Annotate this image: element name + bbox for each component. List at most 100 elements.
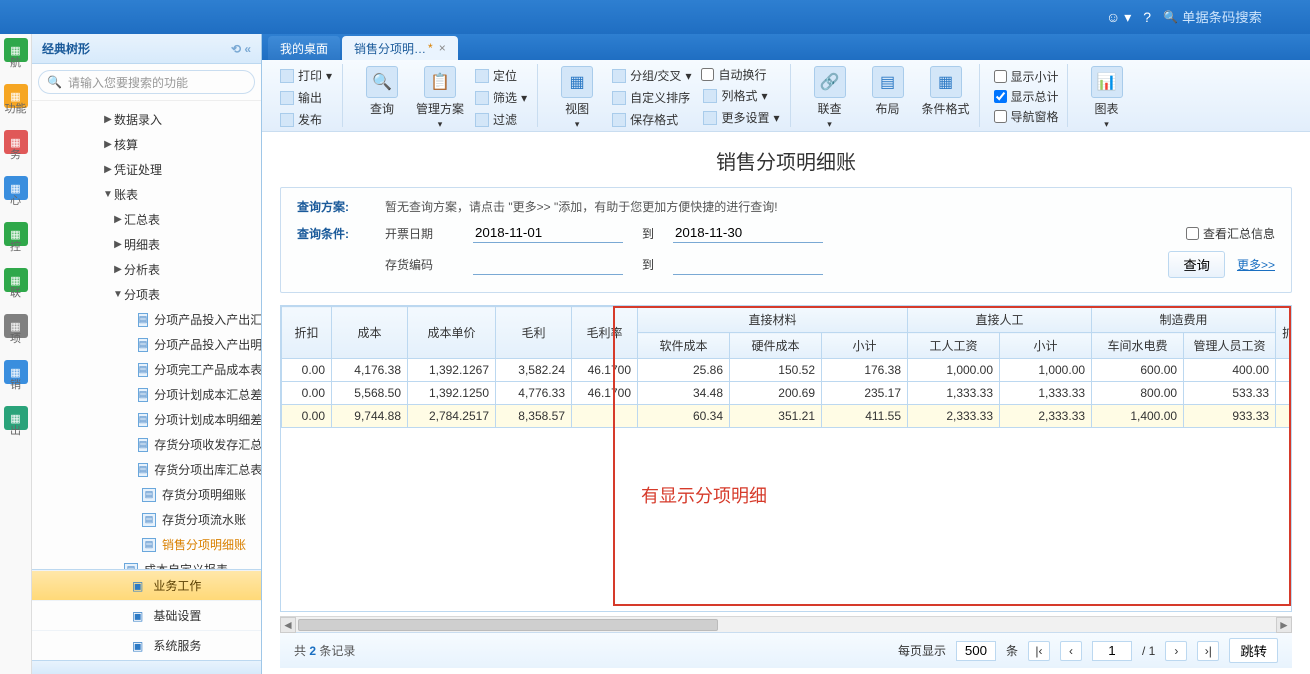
layout-button[interactable]: ▤布局 (863, 64, 913, 117)
locate-button[interactable]: 定位 (473, 66, 529, 85)
rail-item[interactable]: ▦出 (4, 406, 28, 438)
tree-item[interactable]: ▼账表 (32, 182, 261, 207)
autowrap-check[interactable]: 自动换行 (701, 66, 781, 83)
rail-item[interactable]: ▦航 (4, 38, 28, 70)
horizontal-scrollbar[interactable]: ◄ ► (280, 616, 1292, 632)
sort-icon (612, 91, 626, 105)
sidebar-footer-item[interactable]: ▣业务工作 (32, 570, 261, 600)
sidebar-footer-item[interactable]: ▣系统服务 (32, 630, 261, 660)
query-plan-hint: 暂无查询方案，请点击 "更多>> "添加，有助于您更加方便快捷的进行查询! (385, 198, 778, 215)
chart-button[interactable]: 📊图表▾ (1082, 64, 1132, 130)
tab-sales-detail[interactable]: 销售分项明… * × (342, 36, 458, 60)
tree-item[interactable]: ▶分析表 (32, 257, 261, 282)
tree-item[interactable]: ▶核算 (32, 132, 261, 157)
saveformat-button[interactable]: 保存格式 (610, 110, 693, 129)
tab-desktop[interactable]: 我的桌面 (268, 36, 340, 60)
view-summary-check[interactable]: 查看汇总信息 (1186, 225, 1275, 242)
date-to-input[interactable] (673, 223, 823, 243)
rail-item[interactable]: ▦项 (4, 314, 28, 346)
doc-icon: ▤ (138, 313, 149, 327)
moresettings-button[interactable]: 更多设置 ▾ (701, 108, 781, 127)
date-from-input[interactable] (473, 223, 623, 243)
jump-button[interactable]: 跳转 (1229, 638, 1278, 663)
close-icon[interactable]: × (439, 41, 446, 55)
smile-icon[interactable]: ☺ ▾ (1106, 9, 1131, 26)
prev-page-button[interactable]: ‹ (1060, 641, 1082, 661)
condformat-button[interactable]: ▦条件格式 (921, 64, 971, 117)
customsort-button[interactable]: 自定义排序 (610, 88, 693, 107)
tree-item[interactable]: ▶▤分项产品投入产出明 (32, 332, 261, 357)
table-row[interactable]: 0.004,176.381,392.12673,582.2446.170025.… (282, 359, 1293, 382)
link-query-button[interactable]: 🔗联查▾ (805, 64, 855, 130)
last-page-button[interactable]: ›| (1197, 641, 1219, 661)
rail-item[interactable]: ▦销 (4, 360, 28, 392)
query-button[interactable]: 🔍查询 (357, 64, 407, 117)
doc-icon: ▤ (142, 538, 156, 552)
show-total-check[interactable]: 显示总计 (994, 88, 1059, 105)
more-link[interactable]: 更多>> (1237, 256, 1275, 273)
print-button[interactable]: 打印 ▾ (278, 66, 334, 85)
header-row-1: 折扣 成本 成本单价 毛利 毛利率 直接材料 直接人工 制造费用 扩 (282, 307, 1293, 333)
sidebar-collapse-icon[interactable]: ⟲ « (231, 42, 251, 56)
tree-item[interactable]: ▶▤分项产品投入产出汇 (32, 307, 261, 332)
colformat-button[interactable]: 列格式 ▾ (701, 86, 781, 105)
rail-item[interactable]: ▦务 (4, 130, 28, 162)
tree-item[interactable]: ▶▤存货分项收发存汇总 (32, 432, 261, 457)
rail-item[interactable]: ▦控 (4, 222, 28, 254)
main: 我的桌面 销售分项明… * × 打印 ▾ 输出 发布 🔍查询 📋管理方案▾ 定位… (262, 34, 1310, 674)
tree-item[interactable]: ▶汇总表 (32, 207, 261, 232)
query-cond-label: 查询条件: (297, 225, 367, 242)
manage-plan-button[interactable]: 📋管理方案▾ (415, 64, 465, 130)
scroll-left-arrow[interactable]: ◄ (280, 617, 296, 633)
view-button[interactable]: ▦视图▾ (552, 64, 602, 130)
tree-item[interactable]: ▼分项表 (32, 282, 261, 307)
tabs-row: 我的桌面 销售分项明… * × (262, 34, 1310, 60)
next-page-button[interactable]: › (1165, 641, 1187, 661)
tree-item[interactable]: ▶▤分项完工产品成本表 (32, 357, 261, 382)
table-row[interactable]: 0.009,744.882,784.25178,358.5760.34351.2… (282, 405, 1293, 428)
barcode-search[interactable]: 🔍 (1163, 10, 1302, 25)
tree-item[interactable]: ▶▤分项计划成本明细差 (32, 407, 261, 432)
tree-item[interactable]: ▶明细表 (32, 232, 261, 257)
nav-pane-check[interactable]: 导航窗格 (994, 108, 1059, 125)
sieve-button[interactable]: 过滤 (473, 110, 529, 129)
tree-item[interactable]: ▶▤销售分项明细账 (32, 532, 261, 557)
view-icon: ▦ (561, 66, 593, 98)
page-input[interactable] (1092, 641, 1132, 661)
stock-from-input[interactable] (473, 255, 623, 275)
publish-button[interactable]: 发布 (278, 110, 334, 129)
stock-to-input[interactable] (673, 255, 823, 275)
doc-icon: ▤ (138, 438, 149, 452)
tree-item[interactable]: ▶▤存货分项明细账 (32, 482, 261, 507)
per-page-input[interactable] (956, 641, 996, 661)
sidebar-footer-item[interactable]: ▣基础设置 (32, 600, 261, 630)
tree-item-label: 分项产品投入产出明 (154, 336, 261, 353)
scroll-thumb[interactable] (298, 619, 718, 631)
tree-item[interactable]: ▶▤成本自定义报表 (32, 557, 261, 569)
filter-button[interactable]: 筛选 ▾ (473, 88, 529, 107)
sidebar-search: 🔍 请输入您要搜索的功能 (32, 64, 261, 101)
query-button[interactable]: 查询 (1168, 251, 1225, 278)
first-page-button[interactable]: |‹ (1028, 641, 1050, 661)
rail-item[interactable]: ▦联 (4, 268, 28, 300)
sidebar-search-input[interactable]: 🔍 请输入您要搜索的功能 (38, 70, 255, 94)
rail-item[interactable]: ▦功能 (4, 84, 28, 116)
ribbon-group-output: 打印 ▾ 输出 发布 (270, 64, 343, 127)
grid-footer: 共 2 条记录 每页显示 条 |‹ ‹ / 1 › ›| 跳转 (280, 632, 1292, 668)
tree-item[interactable]: ▶▤存货分项流水账 (32, 507, 261, 532)
tree-item-label: 分项表 (124, 286, 160, 303)
export-button[interactable]: 输出 (278, 88, 334, 107)
table-row[interactable]: 0.005,568.501,392.12504,776.3346.170034.… (282, 382, 1293, 405)
help-icon[interactable]: ? (1143, 9, 1151, 25)
rail-item[interactable]: ▦心 (4, 176, 28, 208)
scroll-right-arrow[interactable]: ► (1276, 617, 1292, 633)
annotation-note: 有显示分项明细 (641, 482, 767, 508)
tree-item[interactable]: ▶▤存货分项出库汇总表 (32, 457, 261, 482)
tree-item[interactable]: ▶凭证处理 (32, 157, 261, 182)
tree-item[interactable]: ▶数据录入 (32, 107, 261, 132)
groupcross-button[interactable]: 分组/交叉 ▾ (610, 66, 693, 85)
show-subtotal-check[interactable]: 显示小计 (994, 68, 1059, 85)
tree-item[interactable]: ▶▤分项计划成本汇总差 (32, 382, 261, 407)
per-page-unit: 条 (1006, 642, 1018, 659)
barcode-search-input[interactable] (1182, 10, 1302, 25)
